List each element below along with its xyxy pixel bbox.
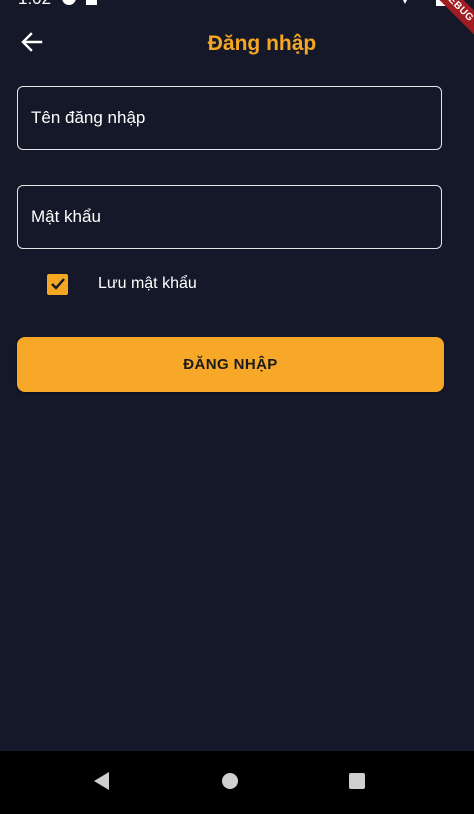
login-button[interactable]: ĐĂNG NHẬP [17, 337, 444, 392]
back-triangle-icon[interactable] [94, 772, 109, 790]
username-input[interactable] [18, 87, 441, 149]
remember-password-row[interactable]: Lưu mật khẩu [47, 273, 197, 295]
arrow-left-icon [21, 32, 43, 52]
app-bar: Đăng nhập [0, 8, 474, 76]
username-field[interactable] [17, 86, 442, 150]
back-button[interactable] [14, 24, 50, 60]
sd-card-icon [86, 0, 97, 5]
checkmark-icon [50, 278, 65, 290]
home-circle-icon[interactable] [222, 773, 238, 789]
system-nav-bar [0, 751, 474, 814]
settings-icon [62, 0, 76, 5]
recents-square-icon[interactable] [349, 773, 365, 789]
password-input[interactable] [18, 186, 441, 248]
page-title: Đăng nhập [207, 32, 317, 55]
wifi-icon [398, 0, 412, 4]
remember-password-label: Lưu mật khẩu [98, 275, 197, 292]
password-field[interactable] [17, 185, 442, 249]
status-bar: 1:02 [0, 0, 474, 8]
status-time: 1:02 [18, 0, 51, 8]
login-screen: 1:02 Đăng nhập Lưu mật khẩu ĐĂNG NHẬP [0, 0, 474, 814]
remember-password-checkbox[interactable] [47, 273, 68, 295]
